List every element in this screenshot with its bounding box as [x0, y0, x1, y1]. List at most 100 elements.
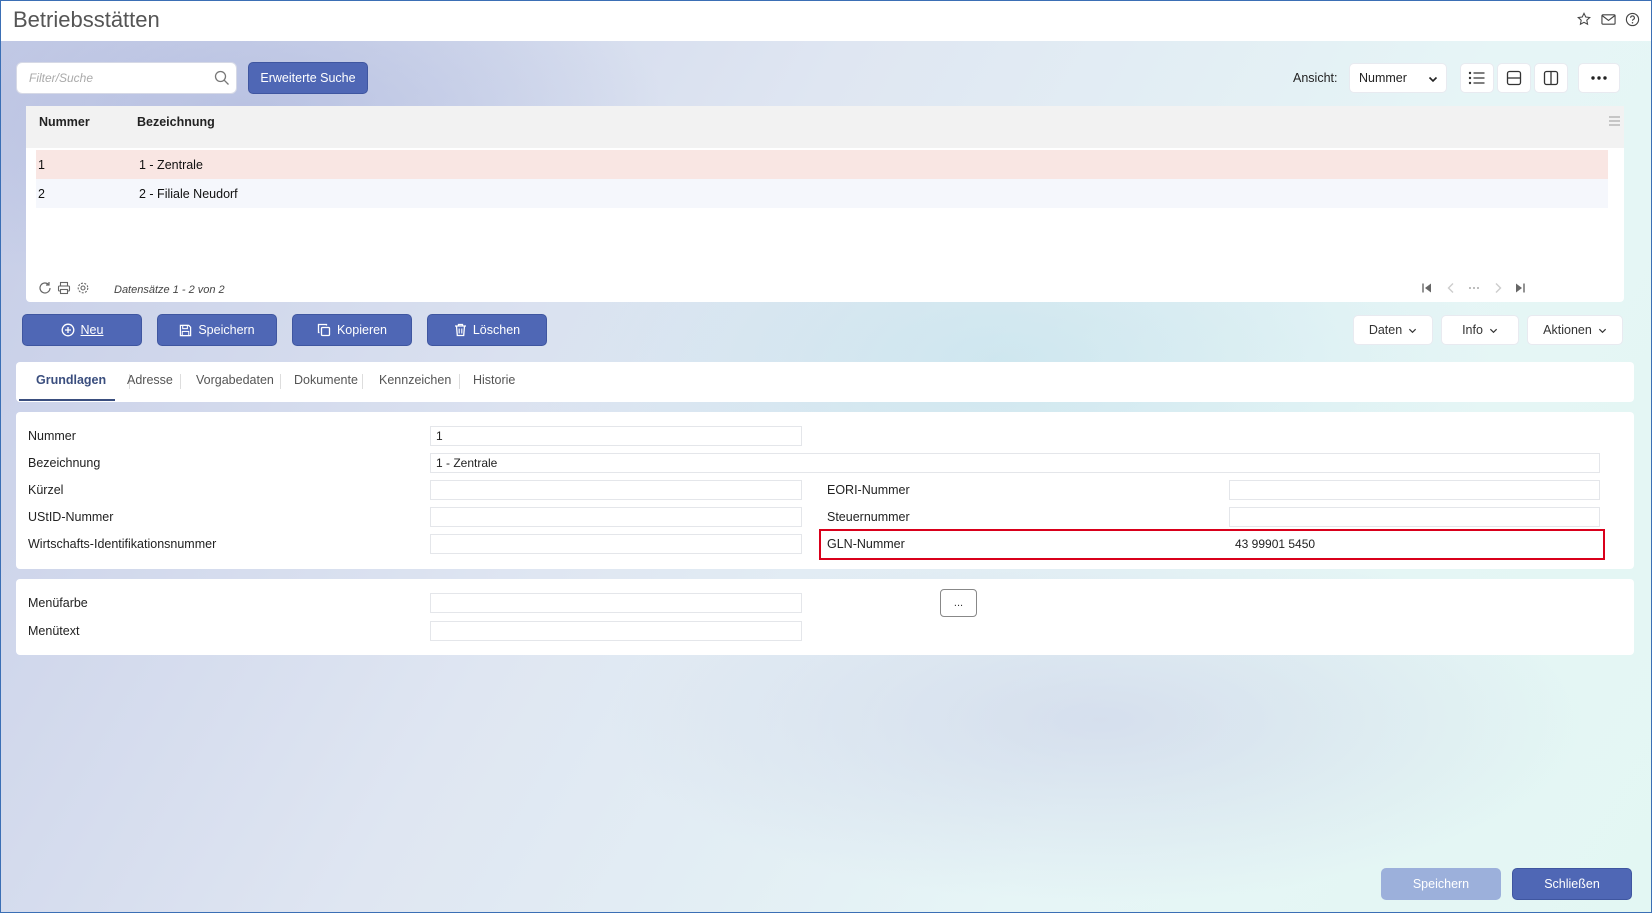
split-vertical-button[interactable]	[1534, 63, 1568, 93]
search-box	[16, 62, 237, 94]
column-header-bezeichnung[interactable]: Bezeichnung	[137, 115, 215, 129]
footer-save-button[interactable]: Speichern	[1381, 868, 1501, 900]
mail-icon[interactable]	[1599, 10, 1617, 28]
new-button-label: Neu	[80, 323, 104, 337]
advanced-search-label: Erweiterte Suche	[260, 71, 356, 85]
nummer-label: Nummer	[28, 429, 76, 443]
tab-bar: Grundlagen Adresse Vorgabedaten Dokument…	[16, 362, 1634, 402]
info-dropdown-button[interactable]: Info	[1441, 315, 1519, 345]
table-row[interactable]: 2 2 - Filiale Neudorf	[36, 179, 1608, 208]
view-select[interactable]: Nummer	[1349, 63, 1447, 93]
split-horizontal-icon	[1506, 70, 1522, 86]
form-menu	[16, 579, 1634, 655]
view-select-value: Nummer	[1359, 71, 1407, 85]
delete-button-label: Löschen	[472, 323, 521, 337]
eori-field[interactable]	[1229, 480, 1600, 500]
more-icon	[1591, 76, 1607, 80]
tab-vorgabedaten[interactable]: Vorgabedaten	[196, 373, 274, 387]
list-icon	[1468, 71, 1485, 85]
record-count: Datensätze 1 - 2 von 2	[114, 284, 225, 296]
chevron-down-icon	[1598, 328, 1606, 333]
tab-divider	[280, 374, 281, 389]
tab-kennzeichen[interactable]: Kennzeichen	[379, 373, 451, 387]
eori-label: EORI-Nummer	[827, 483, 910, 497]
wirtschafts-id-field[interactable]	[430, 534, 802, 554]
actions-dropdown-button[interactable]: Aktionen	[1527, 315, 1623, 345]
info-dropdown-label: Info	[1462, 323, 1483, 337]
title-icons	[1575, 10, 1641, 28]
column-menu-icon[interactable]	[1609, 115, 1620, 129]
trash-icon	[454, 323, 466, 337]
settings-icon[interactable]	[76, 281, 90, 298]
search-input[interactable]	[17, 63, 197, 93]
tab-dokumente[interactable]: Dokumente	[294, 373, 358, 387]
prev-page-icon[interactable]	[1445, 282, 1457, 297]
tab-grundlagen[interactable]: Grundlagen	[36, 373, 106, 387]
copy-icon	[317, 323, 331, 337]
title-bar: Betriebsstätten	[1, 1, 1651, 41]
split-vertical-icon	[1543, 70, 1559, 86]
plus-circle-icon	[61, 323, 74, 337]
help-icon[interactable]	[1623, 10, 1641, 28]
steuernummer-label: Steuernummer	[827, 510, 910, 524]
tab-divider	[459, 374, 460, 389]
save-button-label: Speichern	[198, 323, 255, 337]
bezeichnung-label: Bezeichnung	[28, 456, 101, 470]
refresh-icon[interactable]	[38, 281, 52, 298]
column-header-nummer[interactable]: Nummer	[39, 115, 90, 129]
star-icon[interactable]	[1575, 10, 1593, 28]
chevron-down-icon	[1428, 73, 1438, 87]
more-options-button[interactable]	[1578, 63, 1620, 93]
search-icon[interactable]	[214, 70, 230, 89]
delete-button[interactable]: Löschen	[427, 314, 547, 346]
new-button[interactable]: Neu	[22, 314, 142, 346]
gln-highlight-box	[819, 529, 1605, 560]
copy-button-label: Kopieren	[336, 323, 388, 337]
actions-dropdown-label: Aktionen	[1543, 323, 1592, 337]
grid-header: Nummer Bezeichnung	[26, 106, 1624, 148]
tab-divider	[180, 374, 181, 389]
tab-adresse[interactable]: Adresse	[127, 373, 173, 387]
list-view-button[interactable]	[1460, 63, 1494, 93]
data-dropdown-button[interactable]: Daten	[1353, 315, 1433, 345]
next-page-icon[interactable]	[1492, 282, 1504, 297]
kuerzel-label: Kürzel	[28, 483, 64, 497]
save-button[interactable]: Speichern	[157, 314, 277, 346]
cell-bezeichnung: 2 - Filiale Neudorf	[139, 187, 238, 201]
table-row[interactable]: 1 1 - Zentrale	[36, 150, 1608, 179]
wirtschafts-id-label: Wirtschafts-Identifikationsnummer	[28, 537, 217, 551]
last-page-icon[interactable]	[1514, 282, 1526, 297]
menutext-label: Menütext	[28, 624, 80, 638]
bezeichnung-field[interactable]: 1 - Zentrale	[430, 453, 1600, 473]
color-picker-button[interactable]: ...	[940, 589, 977, 617]
tab-historie[interactable]: Historie	[473, 373, 515, 387]
print-icon[interactable]	[57, 281, 71, 298]
menutext-field[interactable]	[430, 621, 802, 641]
chevron-down-icon	[1409, 328, 1417, 333]
split-horizontal-button[interactable]	[1497, 63, 1531, 93]
data-dropdown-label: Daten	[1368, 323, 1403, 337]
chevron-down-icon	[1489, 328, 1497, 333]
data-grid: Nummer Bezeichnung 1 1 - Zentrale 2 2 - …	[26, 106, 1624, 302]
menufarbe-label: Menüfarbe	[28, 596, 88, 610]
nummer-field[interactable]: 1	[430, 426, 802, 446]
first-page-icon[interactable]	[1421, 282, 1433, 297]
menufarbe-field[interactable]	[430, 593, 802, 613]
steuernummer-field[interactable]	[1229, 507, 1600, 527]
page-title: Betriebsstätten	[13, 7, 160, 32]
active-tab-indicator	[19, 399, 115, 401]
pages-ellipsis-icon	[1468, 282, 1480, 297]
grid-footer: Datensätze 1 - 2 von 2	[36, 281, 1616, 299]
ustid-label: UStID-Nummer	[28, 510, 114, 524]
view-label: Ansicht:	[1293, 71, 1338, 85]
tab-divider	[362, 374, 363, 389]
cell-bezeichnung: 1 - Zentrale	[139, 158, 203, 172]
ustid-field[interactable]	[430, 507, 802, 527]
copy-button[interactable]: Kopieren	[292, 314, 412, 346]
kuerzel-field[interactable]	[430, 480, 802, 500]
advanced-search-button[interactable]: Erweiterte Suche	[248, 62, 368, 94]
save-icon	[180, 324, 192, 336]
close-button[interactable]: Schließen	[1512, 868, 1632, 900]
cell-nummer: 2	[38, 187, 45, 201]
cell-nummer: 1	[38, 158, 45, 172]
